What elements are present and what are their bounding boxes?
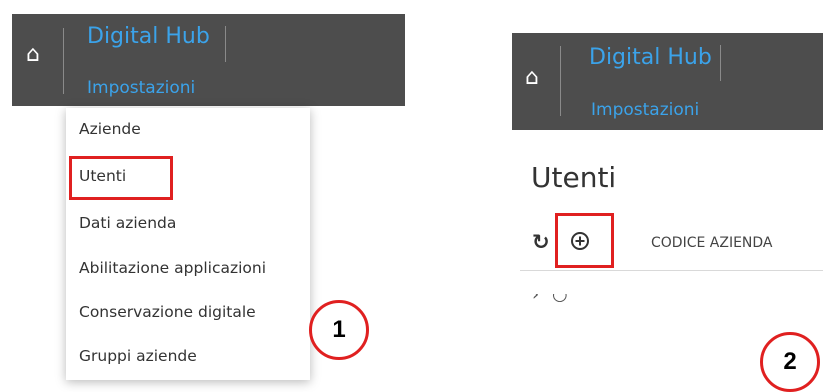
top-navbar: ⌂ Digital Hub Impostazioni — [12, 14, 405, 106]
table-header-divider — [520, 270, 823, 271]
menu-item-abilitazione-applicazioni[interactable]: Abilitazione applicazioni — [79, 259, 266, 277]
app-brand-link[interactable]: Digital Hub — [589, 45, 712, 70]
settings-menu-link[interactable]: Impostazioni — [87, 78, 195, 98]
menu-item-gruppi-aziende[interactable]: Gruppi aziende — [79, 347, 197, 365]
navbar-divider — [225, 26, 226, 62]
top-navbar: ⌂ Digital Hub Impostazioni — [512, 33, 823, 130]
navbar-divider — [560, 46, 561, 116]
chevron-right-icon: › — [532, 294, 539, 302]
row-icon: ○ — [552, 294, 568, 302]
home-icon[interactable]: ⌂ — [525, 67, 539, 89]
app-brand-link[interactable]: Digital Hub — [87, 24, 210, 49]
step-number-badge: 1 — [309, 300, 369, 360]
menu-item-dati-azienda[interactable]: Dati azienda — [79, 214, 176, 232]
highlight-box-utenti — [69, 156, 173, 200]
settings-dropdown-menu: Aziende Utenti Dati azienda Abilitazione… — [66, 108, 310, 380]
page-title: Utenti — [531, 161, 617, 194]
refresh-icon[interactable]: ↻ — [532, 230, 550, 254]
menu-item-conservazione-digitale[interactable]: Conservazione digitale — [79, 303, 256, 321]
menu-item-aziende[interactable]: Aziende — [79, 120, 141, 138]
step-number-badge: 2 — [760, 332, 820, 392]
column-header-codice-azienda[interactable]: CODICE AZIENDA — [651, 235, 773, 251]
highlight-box-add — [555, 213, 614, 268]
table-row: › ○ — [522, 294, 823, 302]
navbar-divider — [720, 45, 721, 81]
settings-menu-link[interactable]: Impostazioni — [591, 100, 699, 120]
home-icon[interactable]: ⌂ — [26, 44, 40, 66]
navbar-divider — [63, 28, 64, 94]
